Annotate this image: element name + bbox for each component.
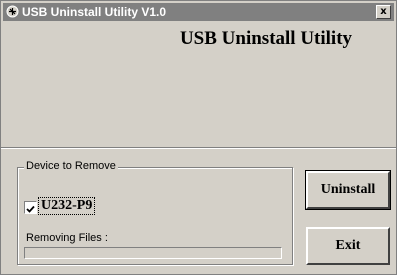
device-label[interactable]: U232-P9 xyxy=(41,197,92,215)
app-icon[interactable] xyxy=(6,5,19,18)
uninstall-button[interactable]: Uninstall xyxy=(305,170,391,210)
page-title: USB Uninstall Utility xyxy=(179,28,353,49)
removing-files-label: Removing Files : xyxy=(26,232,108,244)
device-checkbox[interactable] xyxy=(24,201,37,214)
close-icon[interactable]: x xyxy=(376,5,391,19)
app-window: USB Uninstall Utility V1.0 x USB Uninsta… xyxy=(0,0,397,275)
window-title: USB Uninstall Utility V1.0 xyxy=(22,5,167,19)
title-bar[interactable]: USB Uninstall Utility V1.0 x xyxy=(3,3,394,21)
divider xyxy=(1,147,396,149)
removal-progress-bar xyxy=(24,247,282,259)
checkmark-icon xyxy=(26,205,35,213)
exit-button[interactable]: Exit xyxy=(306,227,390,265)
groupbox-legend: Device to Remove xyxy=(24,160,118,172)
